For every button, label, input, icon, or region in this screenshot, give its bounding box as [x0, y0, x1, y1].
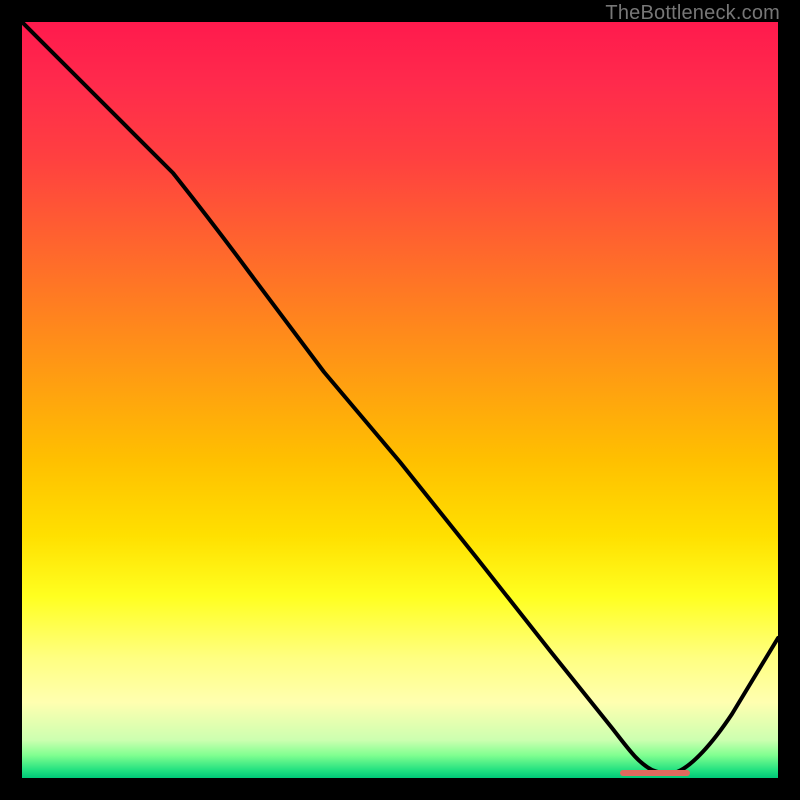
curve-layer [22, 22, 778, 778]
plot-area [22, 22, 778, 778]
chart-container: TheBottleneck.com [0, 0, 800, 800]
optimal-marker [620, 770, 690, 776]
watermark-text: TheBottleneck.com [605, 2, 780, 25]
bottleneck-curve [22, 22, 778, 774]
